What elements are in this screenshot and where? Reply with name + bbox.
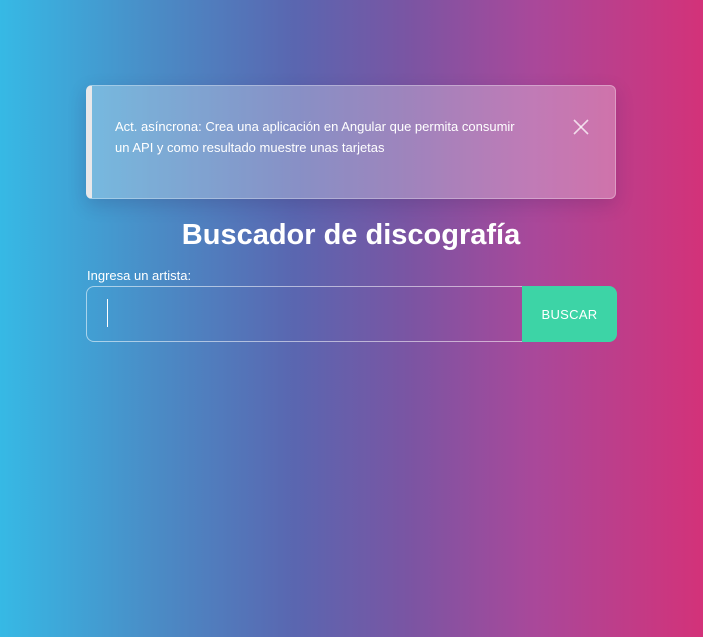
text-caret <box>107 299 108 327</box>
search-button[interactable]: BUSCAR <box>522 286 617 342</box>
close-icon[interactable] <box>572 118 590 136</box>
notice-text: Act. asíncrona: Crea una aplicación en A… <box>115 119 515 155</box>
search-form: BUSCAR <box>86 286 617 342</box>
assignment-notice: Act. asíncrona: Crea una aplicación en A… <box>86 85 616 199</box>
page-title: Buscador de discografía <box>181 219 521 251</box>
artist-search-input[interactable] <box>86 286 522 342</box>
artist-field-label: Ingresa un artista: <box>87 268 192 283</box>
